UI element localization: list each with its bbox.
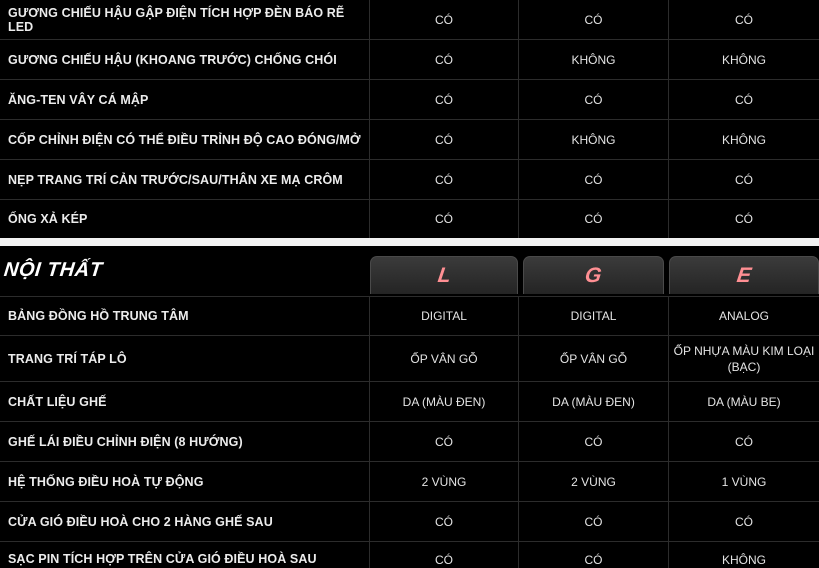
table-row: CHẤT LIỆU GHẾ DA (MÀU ĐEN) DA (MÀU ĐEN) … (0, 382, 819, 422)
section-title: NỘI THẤT (2, 259, 104, 281)
value-grade-g: DA (MÀU ĐEN) (519, 382, 669, 421)
feature-label: BẢNG ĐỒNG HỒ TRUNG TÂM (0, 297, 370, 335)
feature-label: ỐNG XẢ KÉP (0, 200, 370, 238)
feature-label: HỆ THỐNG ĐIỀU HOÀ TỰ ĐỘNG (0, 462, 370, 501)
value-grade-g: CÓ (519, 422, 669, 461)
feature-label: CHẤT LIỆU GHẾ (0, 382, 370, 421)
table-row: HỆ THỐNG ĐIỀU HOÀ TỰ ĐỘNG 2 VÙNG 2 VÙNG … (0, 462, 819, 502)
value-grade-g: ỐP VÂN GỖ (519, 336, 669, 381)
table-row: BẢNG ĐỒNG HỒ TRUNG TÂM DIGITAL DIGITAL A… (0, 296, 819, 336)
value-grade-l: ỐP VÂN GỖ (370, 336, 519, 381)
table-row: ỐNG XẢ KÉP CÓ CÓ CÓ (0, 200, 819, 238)
value-grade-g: DIGITAL (519, 297, 669, 335)
grade-label: L (436, 263, 453, 287)
value-grade-l: CÓ (370, 502, 519, 541)
value-grade-e: CÓ (735, 434, 753, 449)
value-grade-e: CÓ (735, 172, 753, 187)
value-grade-g: CÓ (519, 80, 669, 119)
feature-label: CỐP CHỈNH ĐIỆN CÓ THỂ ĐIỀU TRỈNH ĐỘ CAO … (0, 120, 370, 159)
value-grade-e: KHÔNG (721, 553, 766, 567)
section-divider (0, 238, 819, 246)
feature-label: CỬA GIÓ ĐIỀU HOÀ CHO 2 HÀNG GHẾ SAU (0, 502, 370, 541)
table-row: NẸP TRANG TRÍ CẢN TRƯỚC/SAU/THÂN XE MẠ C… (0, 160, 819, 200)
value-grade-e: 1 VÙNG (721, 474, 767, 489)
feature-label: ĂNG-TEN VÂY CÁ MẬP (0, 80, 370, 119)
table-row: GƯƠNG CHIẾU HẬU GẬP ĐIỆN TÍCH HỢP ĐÈN BÁ… (0, 0, 819, 40)
value-grade-g: CÓ (519, 0, 669, 39)
value-grade-l: CÓ (370, 120, 519, 159)
feature-label: GƯƠNG CHIẾU HẬU GẬP ĐIỆN TÍCH HỢP ĐÈN BÁ… (0, 0, 370, 39)
value-grade-e: ỐP NHỰA MÀU KIM LOẠI (BẠC) (673, 343, 815, 374)
grade-label: G (583, 263, 604, 287)
value-grade-e: CÓ (735, 212, 753, 226)
value-grade-l: CÓ (370, 40, 519, 79)
value-grade-l: CÓ (370, 422, 519, 461)
value-grade-g: CÓ (519, 160, 669, 199)
grade-tab-g[interactable]: G (523, 256, 664, 294)
value-grade-l: CÓ (370, 0, 519, 39)
value-grade-l: DIGITAL (370, 297, 519, 335)
feature-label: GƯƠNG CHIẾU HẬU (KHOANG TRƯỚC) CHỐNG CHÓ… (0, 40, 370, 79)
table-row: SẠC PIN TÍCH HỢP TRÊN CỬA GIÓ ĐIỀU HOÀ S… (0, 542, 819, 568)
grade-tab-e[interactable]: E (669, 256, 819, 294)
feature-label: GHẾ LÁI ĐIỀU CHỈNH ĐIỆN (8 HƯỚNG) (0, 422, 370, 461)
table-row: TRANG TRÍ TÁP LÔ ỐP VÂN GỖ ỐP VÂN GỖ ỐP … (0, 336, 819, 382)
grade-tab-l[interactable]: L (370, 256, 518, 294)
interior-section-header: NỘI THẤT L G E (0, 246, 819, 296)
value-grade-g: 2 VÙNG (519, 462, 669, 501)
value-grade-g: CÓ (519, 502, 669, 541)
feature-label: NẸP TRANG TRÍ CẢN TRƯỚC/SAU/THÂN XE MẠ C… (0, 160, 370, 199)
value-grade-l: DA (MÀU ĐEN) (370, 382, 519, 421)
value-grade-l: CÓ (370, 80, 519, 119)
value-grade-e: CÓ (735, 92, 753, 107)
value-grade-g: KHÔNG (519, 120, 669, 159)
grade-label: E (735, 263, 753, 287)
table-row: GHẾ LÁI ĐIỀU CHỈNH ĐIỆN (8 HƯỚNG) CÓ CÓ … (0, 422, 819, 462)
value-grade-g: CÓ (519, 200, 669, 238)
value-grade-e: KHÔNG (721, 52, 766, 67)
value-grade-e: KHÔNG (721, 132, 766, 147)
value-grade-l: CÓ (370, 160, 519, 199)
value-grade-l: CÓ (370, 542, 519, 568)
table-row: CỬA GIÓ ĐIỀU HOÀ CHO 2 HÀNG GHẾ SAU CÓ C… (0, 502, 819, 542)
value-grade-g: CÓ (519, 542, 669, 568)
value-grade-l: CÓ (370, 200, 519, 238)
value-grade-e: DA (MÀU BE) (707, 394, 781, 409)
value-grade-l: 2 VÙNG (370, 462, 519, 501)
feature-label: SẠC PIN TÍCH HỢP TRÊN CỬA GIÓ ĐIỀU HOÀ S… (0, 542, 370, 568)
value-grade-e: CÓ (735, 12, 753, 27)
value-grade-e: CÓ (735, 514, 753, 529)
feature-label: TRANG TRÍ TÁP LÔ (0, 336, 370, 381)
table-row: ĂNG-TEN VÂY CÁ MẬP CÓ CÓ CÓ (0, 80, 819, 120)
value-grade-e: ANALOG (718, 309, 769, 323)
value-grade-g: KHÔNG (519, 40, 669, 79)
table-row: CỐP CHỈNH ĐIỆN CÓ THỂ ĐIỀU TRỈNH ĐỘ CAO … (0, 120, 819, 160)
table-row: GƯƠNG CHIẾU HẬU (KHOANG TRƯỚC) CHỐNG CHÓ… (0, 40, 819, 80)
